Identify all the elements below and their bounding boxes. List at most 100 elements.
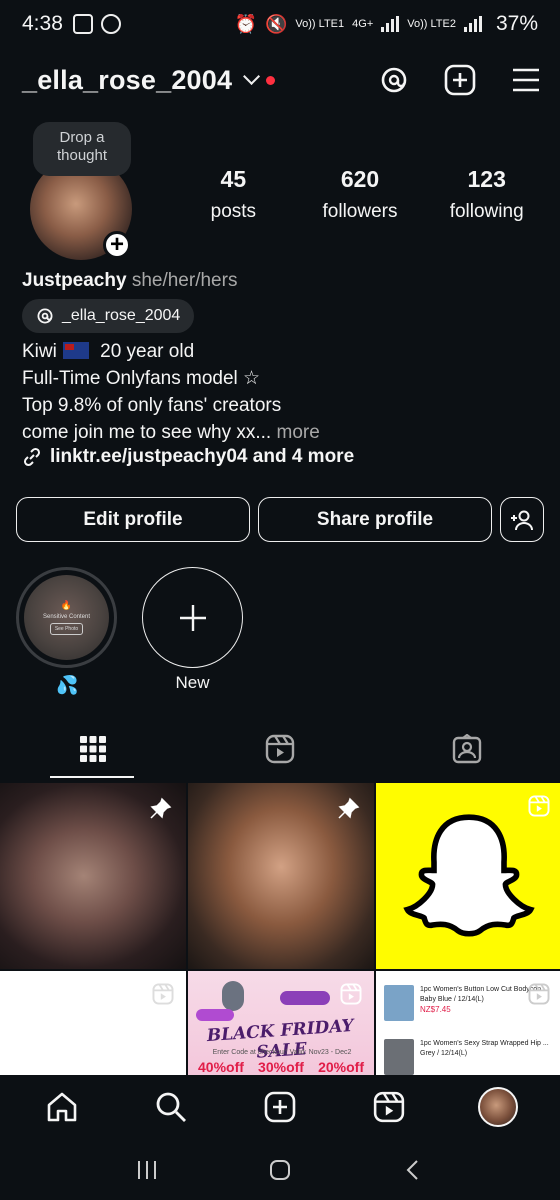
bio-line-2: Full-Time Onlyfans model ☆: [22, 368, 261, 389]
stat-posts-value: 45: [220, 166, 247, 192]
product-image: [222, 981, 244, 1011]
threads-badge[interactable]: _ella_rose_2004: [22, 299, 195, 333]
shop-item-color: Baby Blue / 12/14(L): [420, 996, 484, 1003]
post-thumbnail[interactable]: [0, 783, 186, 969]
share-profile-button[interactable]: Share profile: [258, 497, 492, 542]
post-thumbnail[interactable]: [0, 971, 186, 1075]
discount-row: 40%off 30%off 20%off: [198, 1059, 364, 1075]
tagged-icon: [452, 734, 481, 764]
post-thumbnail[interactable]: [376, 783, 560, 969]
tab-reels[interactable]: [187, 720, 374, 778]
nav-create[interactable]: [250, 1077, 310, 1137]
profile-stats: 45 posts 620 followers 123 following: [170, 166, 550, 223]
nav-reels[interactable]: [359, 1077, 419, 1137]
flame-icon: 🔥: [60, 600, 73, 610]
discount-3: 20%off: [318, 1059, 364, 1075]
reels-icon: [265, 734, 295, 764]
stat-followers-value: 620: [340, 166, 380, 192]
stat-posts-label: posts: [210, 201, 257, 222]
threads-handle: _ella_rose_2004: [62, 307, 181, 324]
bio: Kiwi 20 year old Full-Time Onlyfans mode…: [22, 338, 542, 446]
posts-grid: BLACK FRIDAY SALE Enter Code at checkout…: [0, 783, 560, 1075]
see-photo-button[interactable]: See Photo: [49, 623, 84, 635]
pin-icon: [338, 797, 360, 819]
bio-kiwi: Kiwi: [22, 341, 57, 362]
grid-icon: [80, 736, 107, 762]
pronouns: she/her/hers: [131, 270, 238, 291]
note-bubble[interactable]: Drop a thought: [33, 122, 131, 176]
bio-line-4-text: come join me to see why xx...: [22, 422, 272, 443]
stat-following-value: 123: [467, 166, 506, 192]
network1-label: Vo)) LTE1: [295, 18, 345, 30]
nav-home[interactable]: [32, 1077, 92, 1137]
bio-line-3: Top 9.8% of only fans' creators: [22, 395, 282, 416]
status-bar: 4:38 ⏰ 🔇 Vo)) LTE1 4G+ Vo)) LTE2 37%: [0, 0, 560, 48]
highlight-1[interactable]: 🔥 Sensitive Content See Photo: [16, 567, 117, 668]
reels-nav-icon: [373, 1091, 404, 1123]
app-notification-icon: [100, 14, 121, 34]
menu-icon[interactable]: [510, 64, 542, 96]
discount-2: 30%off: [258, 1059, 304, 1075]
stat-following-label: following: [449, 201, 524, 222]
profile-link-text: linktr.ee/justpeachy04 and 4 more: [50, 446, 355, 467]
network2-label: Vo)) LTE2: [407, 18, 456, 30]
tab-posts-grid[interactable]: [0, 720, 187, 778]
shop-item-price: NZ$7.45: [420, 1005, 451, 1014]
network-type-label: 4G+: [352, 18, 374, 30]
reel-indicator-icon: [528, 983, 550, 1005]
nav-search[interactable]: [141, 1077, 201, 1137]
highlight-1-cover: 🔥 Sensitive Content See Photo: [24, 575, 109, 660]
profile-nav-avatar: [477, 1087, 518, 1127]
pin-icon: [150, 797, 172, 819]
home-button-icon[interactable]: [268, 1158, 292, 1182]
shop-item-title: 1pc Women's Sexy Strap Wrapped Hip ...: [420, 1040, 549, 1047]
new-highlight-button[interactable]: [142, 567, 243, 668]
plus-icon: [179, 604, 206, 631]
bio-more-link[interactable]: more: [277, 422, 320, 443]
chevron-down-icon[interactable]: [243, 67, 261, 85]
tab-tagged[interactable]: [373, 720, 560, 778]
stat-followers[interactable]: 620 followers: [297, 166, 424, 223]
profile-link[interactable]: linktr.ee/justpeachy04 and 4 more: [22, 446, 354, 468]
back-icon[interactable]: [401, 1158, 425, 1182]
discover-people-button[interactable]: [500, 497, 544, 542]
reel-indicator-icon: [340, 983, 362, 1005]
recent-apps-icon[interactable]: [135, 1158, 159, 1182]
sensitive-content-label: Sensitive Content: [42, 614, 91, 620]
home-icon: [48, 1092, 77, 1122]
nz-flag-icon: [62, 342, 89, 359]
bio-line-4: come join me to see why xx... more: [22, 419, 542, 446]
profile-tabs: [0, 720, 560, 778]
notification-dot: [266, 75, 276, 85]
signal-bars-icon: [381, 16, 400, 32]
profile-header: _ella_rose_2004: [22, 58, 542, 102]
display-name: Justpeachy: [22, 270, 127, 291]
shop-item-image: [384, 1039, 414, 1075]
link-icon: [23, 447, 41, 467]
edit-profile-button[interactable]: Edit profile: [16, 497, 250, 542]
post-thumbnail[interactable]: BLACK FRIDAY SALE Enter Code at checkout…: [188, 971, 374, 1075]
add-person-icon: [511, 510, 533, 530]
product-image: [280, 991, 330, 1005]
bottom-nav: [0, 1075, 560, 1139]
signal-bars-2-icon: [463, 16, 482, 32]
stat-following[interactable]: 123 following: [423, 166, 550, 223]
threads-icon[interactable]: [378, 64, 410, 96]
post-thumbnail[interactable]: 1pc Women's Button Low Cut Bodycon Baby …: [376, 971, 560, 1075]
profile-name-row: Justpeachy she/her/hers: [22, 270, 237, 292]
discount-1: 40%off: [198, 1059, 244, 1075]
add-story-icon[interactable]: +: [103, 231, 131, 259]
shop-item-color: Grey / 12/14(L): [420, 1050, 468, 1057]
post-thumbnail[interactable]: [188, 783, 374, 969]
system-nav-bar: [0, 1139, 560, 1200]
battery-level: 37%: [495, 12, 538, 35]
username-switcher[interactable]: _ella_rose_2004: [22, 65, 232, 96]
stat-posts[interactable]: 45 posts: [170, 166, 297, 223]
nav-profile[interactable]: [468, 1077, 528, 1137]
mute-icon: 🔇: [265, 13, 288, 34]
bio-line-1: Kiwi 20 year old: [22, 338, 542, 365]
alarm-icon: ⏰: [234, 13, 257, 34]
black-friday-subtitle: Enter Code at checkout! Valid: Nov23 - D…: [212, 1049, 352, 1056]
snapchat-ghost-icon: [403, 814, 535, 937]
create-post-icon[interactable]: [444, 64, 476, 96]
